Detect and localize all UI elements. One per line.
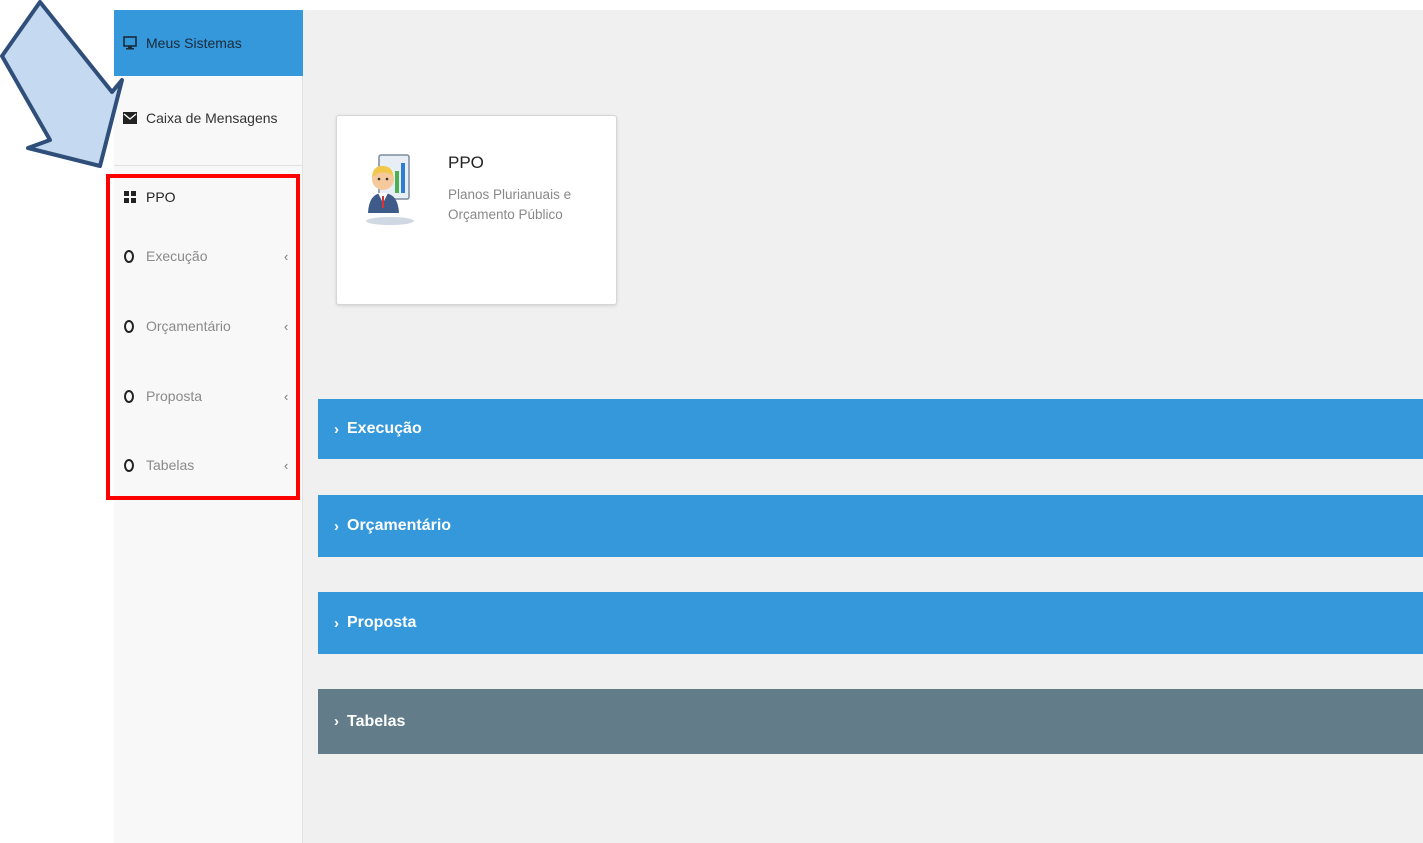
chevron-left-icon: ‹ xyxy=(284,457,289,473)
section-execucao[interactable]: › Execução xyxy=(318,399,1423,459)
circle-icon xyxy=(124,458,134,472)
sidebar-item-label: PPO xyxy=(146,189,176,205)
circle-icon xyxy=(124,389,134,403)
sidebar-item-label: Proposta xyxy=(146,388,203,404)
section-proposta[interactable]: › Proposta xyxy=(318,592,1423,654)
circle-icon xyxy=(124,249,134,263)
grid-icon xyxy=(123,190,137,204)
sidebar-item-proposta[interactable]: Proposta ‹ xyxy=(114,378,303,414)
sidebar-item-label: Tabelas xyxy=(146,457,195,473)
sidebar-divider xyxy=(114,165,303,166)
sidebar-item-execucao[interactable]: Execução ‹ xyxy=(114,238,303,274)
section-label: Proposta xyxy=(347,614,417,631)
section-label: Execução xyxy=(347,420,422,437)
card-title: PPO xyxy=(448,153,484,172)
section-label: Orçamentário xyxy=(347,517,452,534)
chevron-right-icon: › xyxy=(334,420,339,438)
chevron-right-icon: › xyxy=(334,517,339,535)
sidebar-item-label: Orçamentário xyxy=(146,318,231,334)
chevron-left-icon: ‹ xyxy=(284,388,289,404)
section-orcamentario[interactable]: › Orçamentário xyxy=(318,495,1423,557)
system-card-ppo[interactable]: PPO Planos Plurianuais e Orçamento Públi… xyxy=(336,115,617,305)
card-description: Planos Plurianuais e Orçamento Público xyxy=(448,187,572,222)
chevron-left-icon: ‹ xyxy=(284,318,289,334)
sidebar-item-tabelas[interactable]: Tabelas ‹ xyxy=(114,447,303,483)
chevron-right-icon: › xyxy=(334,713,339,730)
chevron-left-icon: ‹ xyxy=(284,248,289,264)
sidebar-item-label: Meus Sistemas xyxy=(146,35,242,51)
sidebar-item-meus-sistemas[interactable]: Meus Sistemas xyxy=(114,10,303,76)
user-chart-icon xyxy=(365,151,415,231)
annotation-arrow-icon xyxy=(0,0,124,168)
sidebar-item-caixa-mensagens[interactable]: Caixa de Mensagens xyxy=(114,76,303,160)
section-tabelas[interactable]: › Tabelas xyxy=(318,689,1423,754)
sidebar-item-label: Caixa de Mensagens xyxy=(146,110,278,126)
sidebar-item-ppo[interactable]: PPO xyxy=(114,180,303,214)
sidebar-item-orcamentario[interactable]: Orçamentário ‹ xyxy=(114,308,303,344)
sidebar-item-label: Execução xyxy=(146,248,208,264)
sidebar: Meus Sistemas Caixa de Mensagens PPO Exe… xyxy=(114,10,303,843)
chevron-right-icon: › xyxy=(334,614,339,632)
section-label: Tabelas xyxy=(347,712,406,730)
circle-icon xyxy=(124,319,134,333)
